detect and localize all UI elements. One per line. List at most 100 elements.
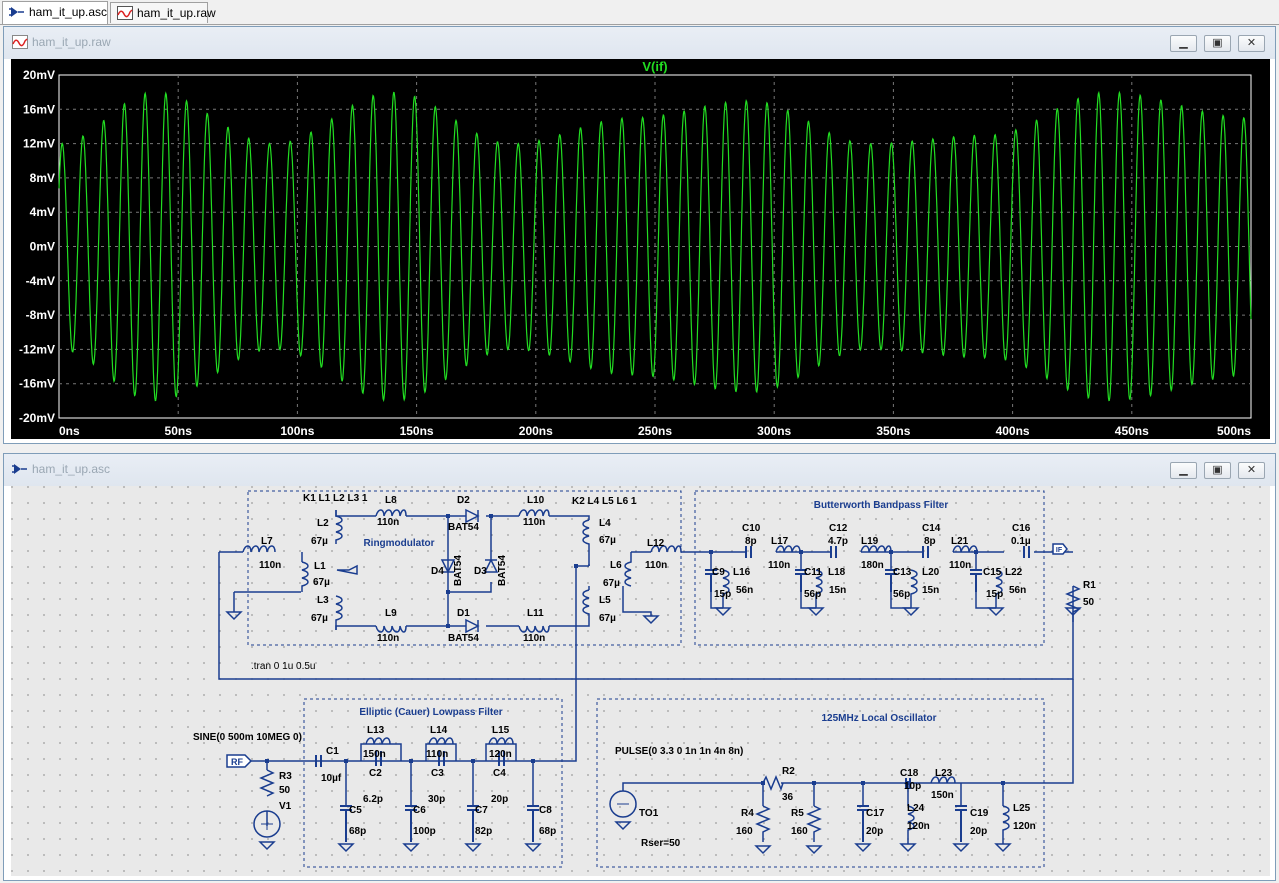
component-label-l6v[interactable]: 67µ	[603, 578, 620, 589]
component-label-r4v[interactable]: 160	[736, 826, 753, 837]
component-label-c3v[interactable]: 30p	[428, 794, 445, 805]
component-label-c15v[interactable]: 15p	[986, 589, 1003, 600]
waveform-plot-area[interactable]: 20mV 16mV 12mV 8mV 4mV 0mV -4mV -8mV -12mV -16mV -…	[11, 59, 1270, 439]
component-label-c19[interactable]: C19	[970, 808, 989, 819]
component-label-c11v[interactable]: 56p	[804, 589, 821, 600]
component-label-v1[interactable]: V1	[279, 801, 292, 812]
component-label-l16v[interactable]: 56n	[736, 585, 753, 596]
component-label-l13[interactable]: L13	[367, 725, 385, 736]
component-label-r5v[interactable]: 160	[791, 826, 808, 837]
component-label-r1[interactable]: R1	[1083, 580, 1096, 591]
schematic-restore-button[interactable]: ▣	[1204, 462, 1231, 479]
component-label-c7v[interactable]: 82p	[475, 826, 492, 837]
sine-directive[interactable]: SINE(0 500m 10MEG 0)	[193, 732, 302, 743]
component-label-c7[interactable]: C7	[475, 805, 488, 816]
component-label-l5[interactable]: L5	[599, 595, 611, 606]
schematic-window-titlebar[interactable]: ham_it_up.asc ▁ ▣ ✕	[4, 454, 1275, 486]
k1-directive[interactable]: K1 L1 L2 L3 1	[303, 493, 368, 504]
component-label-l25[interactable]: L25	[1013, 803, 1031, 814]
component-label-l7v[interactable]: 110n	[259, 560, 281, 571]
tran-directive[interactable]: .tran 0 1u 0.5u	[251, 661, 316, 672]
component-label-l8v[interactable]: 110n	[377, 517, 399, 528]
trace-label[interactable]: V(if)	[642, 59, 667, 74]
component-label-c15[interactable]: C15	[983, 567, 1002, 578]
component-label-l23[interactable]: L23	[935, 768, 953, 779]
component-label-l1v[interactable]: 67µ	[313, 577, 330, 588]
component-label-c12[interactable]: C12	[829, 523, 848, 534]
component-label-l15[interactable]: L15	[492, 725, 510, 736]
component-label-l2v[interactable]: 67µ	[311, 536, 328, 547]
component-label-l25v[interactable]: 120n	[1013, 821, 1036, 832]
component-label-r5[interactable]: R5	[791, 808, 804, 819]
component-label-d3v[interactable]: BAT54	[497, 555, 508, 586]
component-label-l11[interactable]: L11	[527, 608, 544, 619]
component-label-d1v[interactable]: BAT54	[448, 633, 479, 644]
component-label-l22v[interactable]: 56n	[1009, 585, 1026, 596]
component-label-l19[interactable]: L19	[861, 536, 879, 547]
component-label-c4[interactable]: C4	[493, 768, 506, 779]
component-label-l20v[interactable]: 15n	[922, 585, 939, 596]
component-label-c13[interactable]: C13	[893, 567, 912, 578]
component-label-d4v[interactable]: BAT54	[453, 555, 464, 586]
component-label-l3v[interactable]: 67µ	[311, 613, 328, 624]
component-label-d2v[interactable]: BAT54	[448, 522, 479, 533]
k2-directive[interactable]: K2 L4 L5 L6 1	[572, 496, 637, 507]
component-label-l9v[interactable]: 110n	[377, 633, 399, 644]
component-label-l14[interactable]: L14	[430, 725, 448, 736]
component-label-l8[interactable]: L8	[385, 495, 397, 506]
component-label-l20[interactable]: L20	[922, 567, 940, 578]
component-label-to1v[interactable]: Rser=50	[641, 838, 681, 849]
schematic-minimize-button[interactable]: ▁	[1170, 462, 1197, 479]
schematic-close-button[interactable]: ✕	[1238, 462, 1265, 479]
component-label-c9v[interactable]: 15p	[714, 589, 731, 600]
component-label-l11v[interactable]: 110n	[523, 633, 545, 644]
component-label-d3[interactable]: D3	[474, 566, 487, 577]
component-label-l5v[interactable]: 67µ	[599, 613, 616, 624]
component-label-l21v[interactable]: 110n	[949, 560, 971, 571]
component-label-l24v[interactable]: 120n	[907, 821, 930, 832]
component-label-c2[interactable]: C2	[369, 768, 382, 779]
component-label-r3[interactable]: R3	[279, 771, 292, 782]
component-label-l23v[interactable]: 150n	[931, 790, 954, 801]
waveform-chart[interactable]: 20mV 16mV 12mV 8mV 4mV 0mV -4mV -8mV -12mV -16mV -…	[11, 59, 1270, 439]
component-label-l21[interactable]: L21	[951, 536, 969, 547]
component-label-to1[interactable]: TO1	[639, 808, 659, 819]
component-label-l10[interactable]: L10	[527, 495, 545, 506]
tab-schematic[interactable]: ham_it_up.asc	[2, 1, 108, 24]
component-label-l12v[interactable]: 110n	[645, 560, 667, 571]
waveform-restore-button[interactable]: ▣	[1204, 35, 1231, 52]
component-label-c8[interactable]: C8	[539, 805, 552, 816]
component-label-l3[interactable]: L3	[317, 595, 329, 606]
component-label-r2v[interactable]: 36	[782, 792, 794, 803]
component-label-r2[interactable]: R2	[782, 766, 795, 777]
component-label-d2[interactable]: D2	[457, 495, 470, 506]
component-label-l22[interactable]: L22	[1005, 567, 1023, 578]
component-label-c4v[interactable]: 20p	[491, 794, 508, 805]
component-label-c6[interactable]: C6	[413, 805, 426, 816]
component-label-c14[interactable]: C14	[922, 523, 941, 534]
component-label-c18v[interactable]: 10p	[904, 781, 921, 792]
waveform-minimize-button[interactable]: ▁	[1170, 35, 1197, 52]
component-label-l18[interactable]: L18	[828, 567, 846, 578]
component-label-l4[interactable]: L4	[599, 518, 611, 529]
component-label-r3v[interactable]: 50	[279, 785, 291, 796]
component-label-c8v[interactable]: 68p	[539, 826, 556, 837]
pulse-directive[interactable]: PULSE(0 3.3 0 1n 1n 4n 8n)	[615, 746, 743, 757]
component-label-l18v[interactable]: 15n	[829, 585, 846, 596]
component-label-l9[interactable]: L9	[385, 608, 397, 619]
waveform-close-button[interactable]: ✕	[1238, 35, 1265, 52]
component-label-l12[interactable]: L12	[647, 538, 665, 549]
schematic-drawing[interactable]: Ringmodulator Butterworth Bandpass Filte…	[11, 486, 1270, 876]
component-label-c13v[interactable]: 56p	[893, 589, 910, 600]
component-label-l14v[interactable]: 110n	[426, 749, 448, 760]
component-label-l10v[interactable]: 110n	[523, 517, 545, 528]
component-label-c16[interactable]: C16	[1012, 523, 1031, 534]
component-label-c19v[interactable]: 20p	[970, 826, 987, 837]
component-label-l16[interactable]: L16	[733, 567, 751, 578]
component-label-c18[interactable]: C18	[900, 768, 919, 779]
component-label-c1[interactable]: C1	[326, 746, 339, 757]
component-label-l1[interactable]: L1	[314, 561, 326, 572]
component-label-c2v[interactable]: 6.2p	[363, 794, 383, 805]
schematic-canvas[interactable]: Ringmodulator Butterworth Bandpass Filte…	[11, 486, 1270, 876]
component-label-l24[interactable]: L24	[907, 803, 925, 814]
